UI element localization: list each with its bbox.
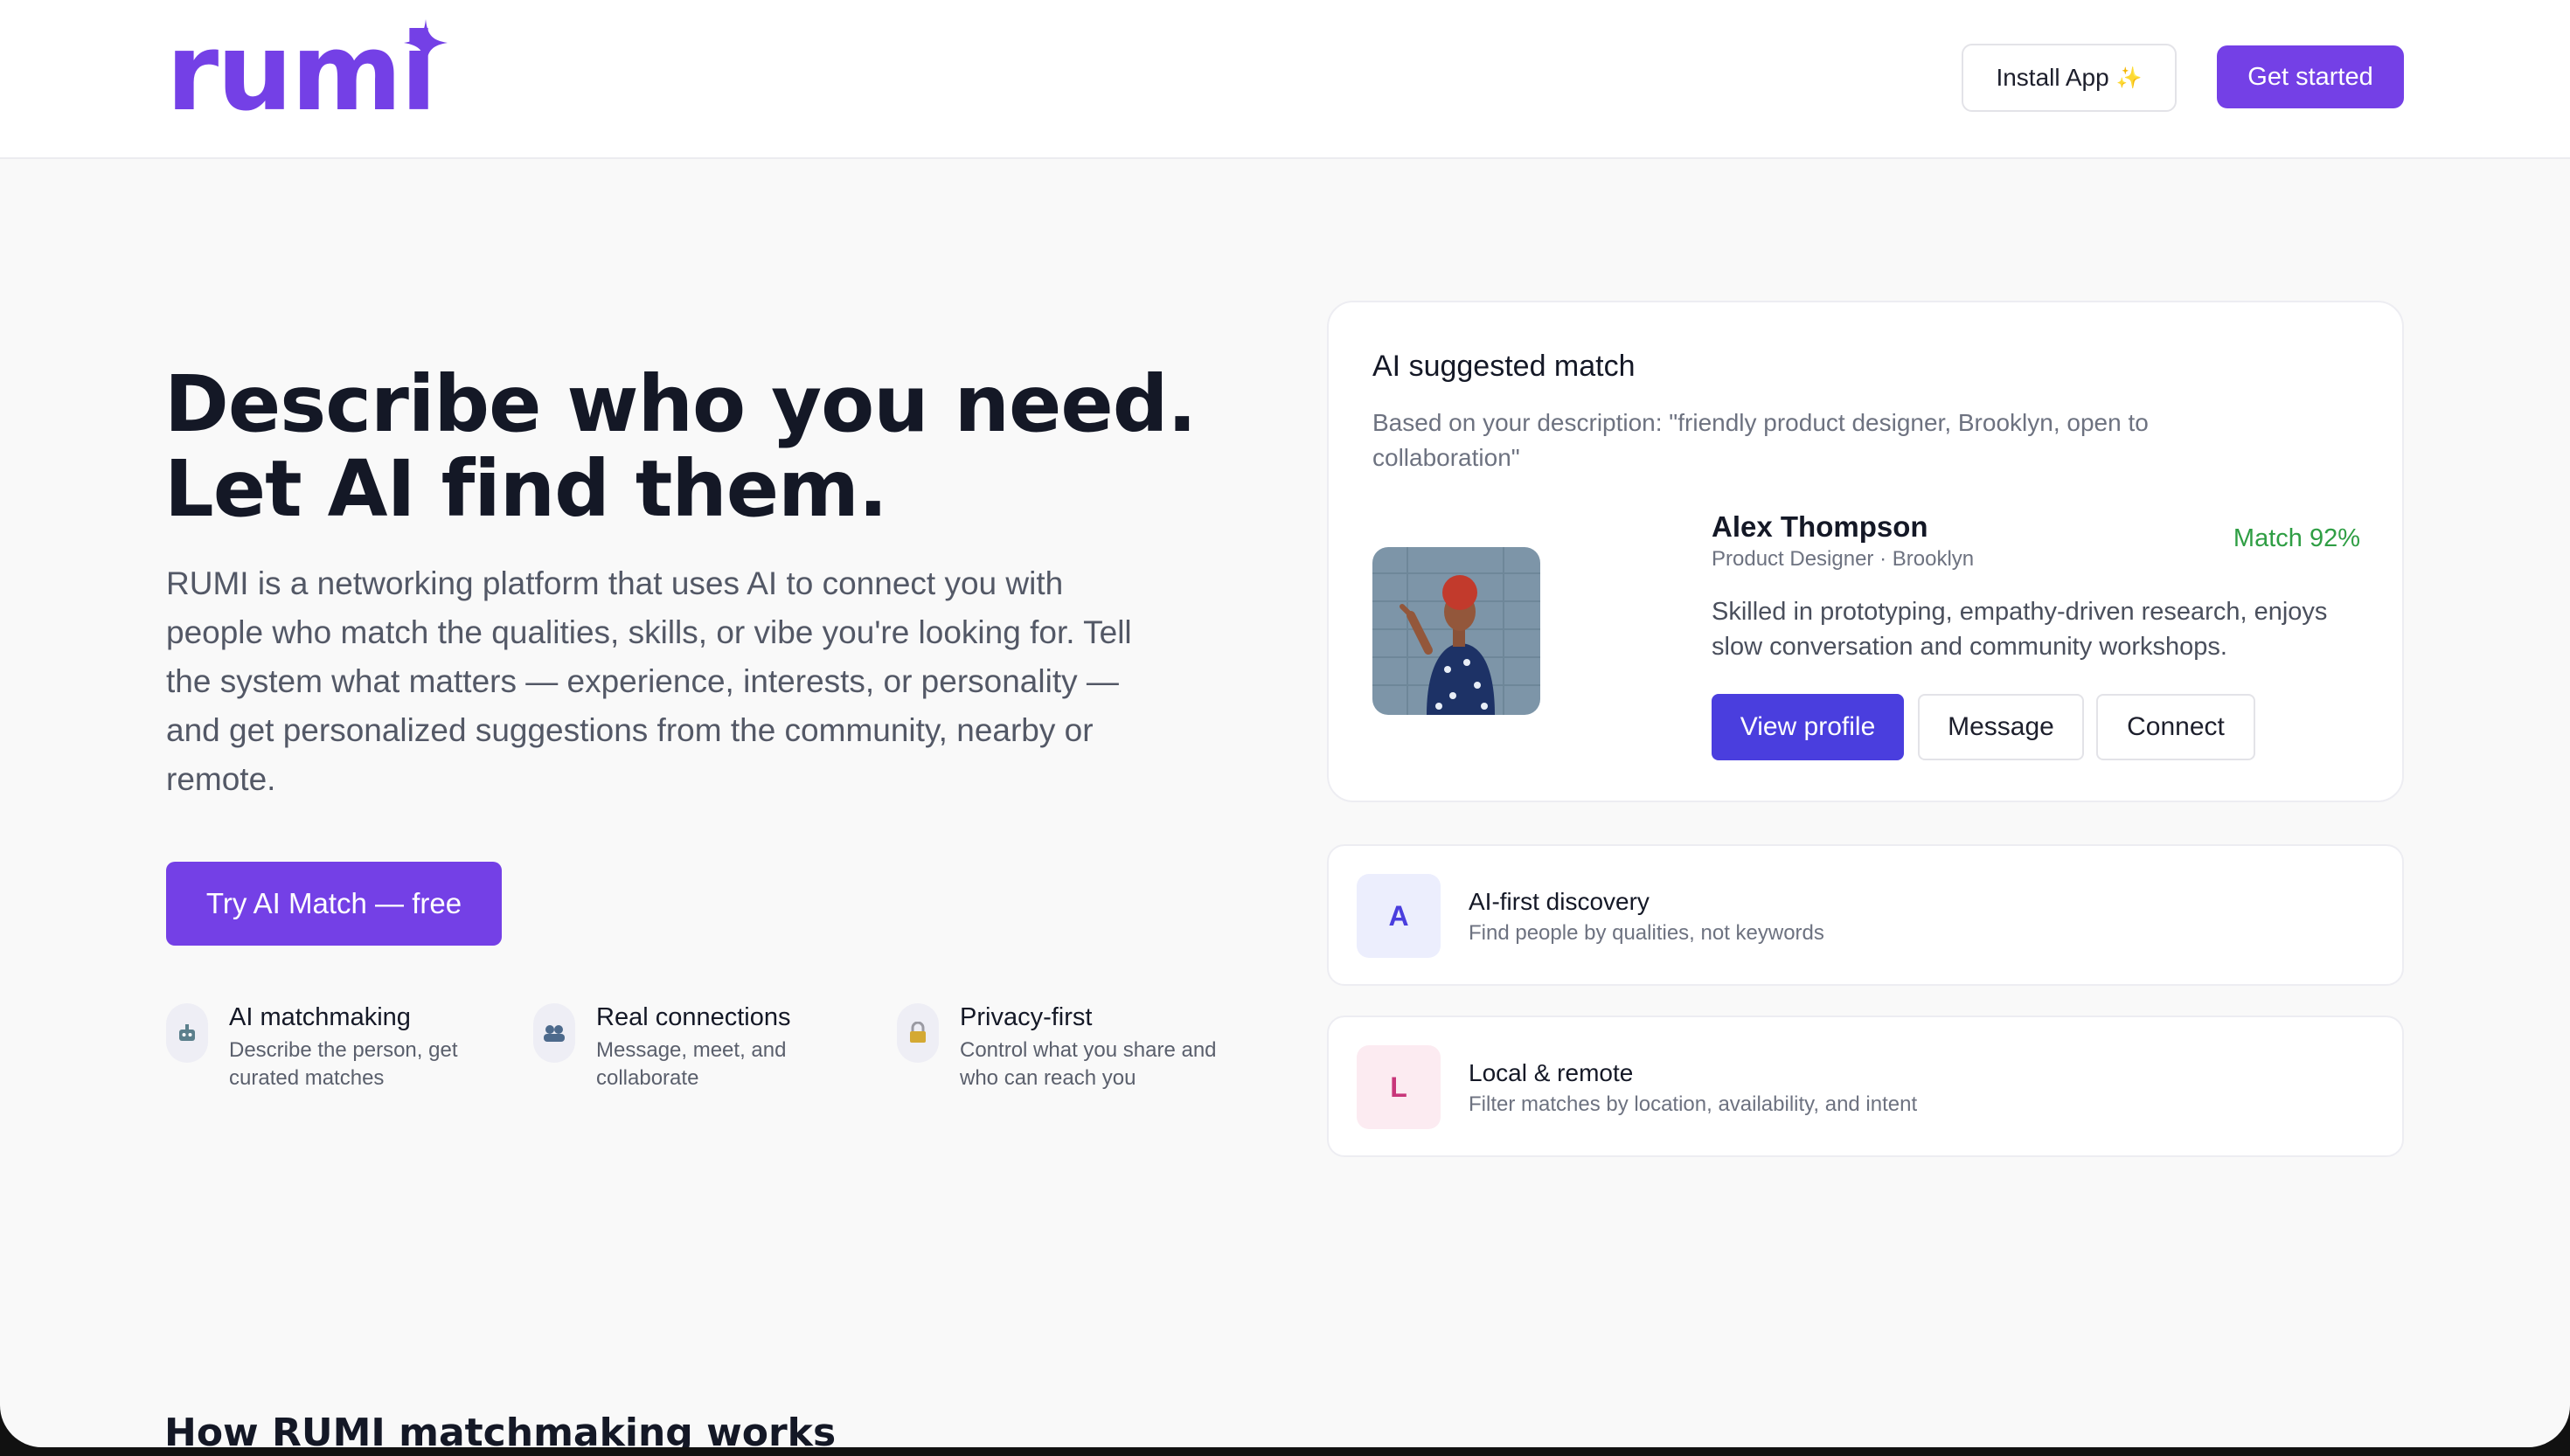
get-started-button[interactable]: Get started [2217,45,2404,108]
section-title-how-it-works: How RUMI matchmaking works [164,1411,837,1447]
sparkle-logo-icon [404,19,448,66]
feature-desc: Control what you share and who can reach… [960,1038,1217,1090]
feature-title: Real connections [596,1003,791,1031]
card-subtitle: Based on your description: "friendly pro… [1372,409,2149,471]
card-title: AI suggested match [1372,350,1636,383]
feature-card-desc: Filter matches by location, availability… [1469,1092,1918,1116]
install-app-label: Install App [1996,64,2109,91]
sparkles-icon: ✨ [2115,66,2143,90]
people-icon [533,1003,575,1063]
match-role: Product Designer · Brooklyn [1712,547,1975,571]
message-button[interactable]: Message [1918,694,2084,760]
feature-title: Privacy-first [960,1003,1093,1031]
hero-title-line-1: Describe who you need. [164,358,1197,449]
feature-card-local-remote: L Local & remote Filter matches by locat… [1327,1016,2404,1157]
connect-button[interactable]: Connect [2096,694,2255,760]
rumi-logo[interactable]: rumi [166,19,437,126]
ai-suggested-match-card: AI suggested match Based on your descrip… [1327,301,2404,802]
match-bio: Skilled in prototyping, empathy-driven r… [1712,598,2328,661]
match-score: Match 92% [2233,524,2360,552]
match-name: Alex Thompson [1712,510,1928,543]
hero-description: RUMI is a networking platform that uses … [166,565,1132,797]
hero-title-line-2: Let AI find them. [164,443,888,534]
feature-title: AI matchmaking [229,1003,411,1031]
lock-icon [897,1003,939,1063]
page: rumi Install App ✨ Get started Describe … [0,0,2570,1447]
try-ai-match-button[interactable]: Try AI Match — free [166,862,502,946]
top-nav: rumi Install App ✨ Get started [0,0,2570,159]
hero-title: Describe who you need. Let AI find them. [164,362,1213,531]
letter-a-icon: A [1357,874,1441,958]
feature-desc: Describe the person, get curated matches [229,1038,458,1090]
feature-card-title: Local & remote [1469,1059,1634,1086]
feature-card-title: AI-first discovery [1469,888,1650,915]
robot-icon [166,1003,208,1063]
avatar[interactable] [1372,547,1540,715]
feature-card-ai-first-discovery: A AI-first discovery Find people by qual… [1327,844,2404,986]
view-profile-button[interactable]: View profile [1712,694,1904,760]
feature-desc: Message, meet, and collaborate [596,1038,787,1090]
letter-l-icon: L [1357,1045,1441,1129]
feature-card-desc: Find people by qualities, not keywords [1469,921,1824,945]
install-app-button[interactable]: Install App ✨ [1962,44,2177,112]
